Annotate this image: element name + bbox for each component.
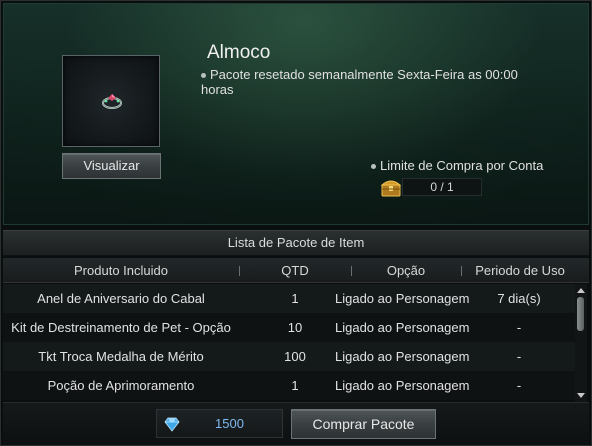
product-name: Anel de Aniversario do Cabal (37, 291, 205, 306)
product-name: Poção de Aprimoramento (47, 378, 195, 393)
item-list: Anel de Aniversario do Cabal 1 Ligado ao… (3, 284, 589, 402)
package-info-panel: Visualizar Almoco Pacote resetado semana… (3, 3, 589, 225)
treasure-chest-icon (380, 180, 402, 197)
price-box: 1500 (156, 409, 283, 438)
scroll-up-arrow-icon[interactable] (577, 288, 585, 293)
purchase-limit-label: Limite de Compra por Conta (371, 158, 543, 173)
table-row[interactable]: Anel de Aniversario do Cabal 1 Ligado ao… (3, 284, 575, 313)
scroll-down-arrow-icon[interactable] (577, 393, 585, 398)
table-row[interactable]: Kit de Destreinamento de Pet - Opção 10 … (3, 313, 575, 342)
product-name: Tkt Troca Medalha de Mérito (38, 349, 204, 364)
scroll-thumb[interactable] (577, 297, 584, 331)
view-button[interactable]: Visualizar (62, 153, 161, 179)
diamond-gem-icon (164, 417, 180, 432)
purchase-limit-text: Limite de Compra por Conta (380, 158, 544, 173)
column-header-option: Opção (386, 263, 426, 278)
product-option: Ligado ao Personagem (335, 291, 470, 306)
price-value: 1500 (215, 416, 244, 431)
buy-package-button[interactable]: Comprar Pacote (291, 409, 436, 439)
ring-icon (102, 94, 122, 109)
package-window: Visualizar Almoco Pacote resetado semana… (0, 0, 592, 446)
reset-info-text: Pacote resetado semanalmente Sexta-Feira… (201, 67, 518, 97)
column-header-qty: QTD (281, 263, 309, 278)
column-header-period: Periodo de Uso (475, 263, 565, 278)
product-period: - (516, 320, 522, 335)
product-option: Ligado ao Personagem (335, 320, 470, 335)
package-title: Almoco (207, 42, 271, 63)
reset-info: Pacote resetado semanalmente Sexta-Feira… (201, 67, 531, 97)
purchase-bar: 1500 Comprar Pacote (3, 402, 589, 445)
product-option: Ligado ao Personagem (335, 349, 470, 364)
table-row[interactable]: Tkt Troca Medalha de Mérito 100 Ligado a… (3, 342, 575, 371)
item-list-title: Lista de Pacote de Item (3, 230, 589, 256)
product-period: 7 dia(s) (497, 291, 541, 306)
column-header-product: Produto Incluido (74, 263, 168, 278)
product-option: Ligado ao Personagem (335, 378, 470, 393)
table-row[interactable]: Poção de Aprimoramento 1 Ligado ao Perso… (3, 371, 575, 400)
purchase-limit-value: 0 / 1 (402, 178, 482, 196)
bullet-dot (201, 73, 206, 79)
list-scrollbar[interactable] (575, 284, 587, 402)
item-list-header: Produto Incluido QTD Opção Periodo de Us… (3, 258, 589, 283)
product-period: - (516, 378, 522, 393)
product-name: Kit de Destreinamento de Pet - Opção (11, 320, 231, 335)
item-preview-frame (62, 55, 160, 147)
product-period: - (516, 349, 522, 364)
bullet-dot (371, 164, 376, 170)
